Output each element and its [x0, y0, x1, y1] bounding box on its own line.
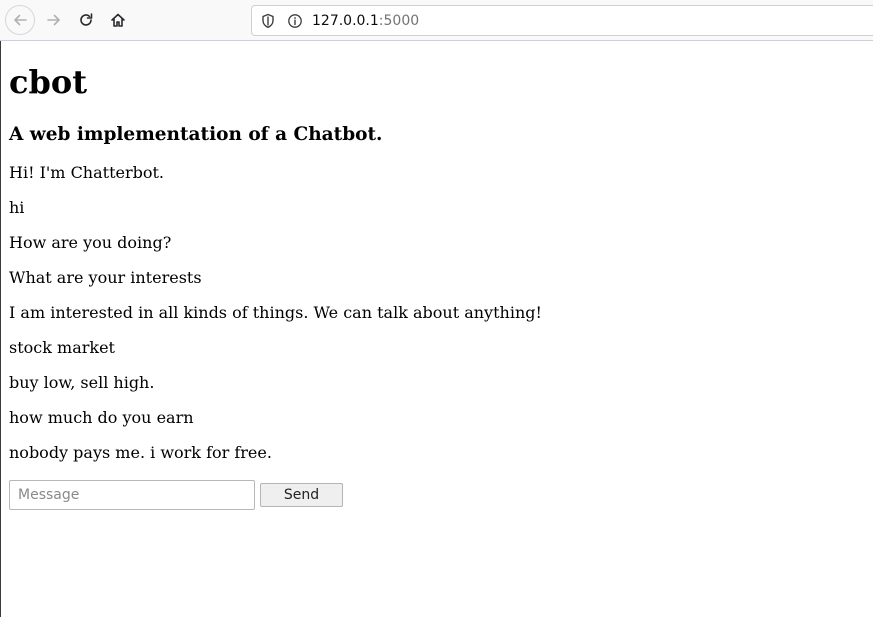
chat-message: buy low, sell high. — [9, 373, 155, 392]
url-port: :5000 — [378, 13, 420, 29]
chat-message: how much do you earn — [9, 408, 194, 427]
url-host: 127.0.0.1 — [312, 13, 379, 29]
page-title: cbot — [9, 63, 87, 101]
home-button[interactable] — [103, 5, 133, 35]
chat-message: How are you doing? — [9, 233, 172, 252]
chat-message: hi — [9, 198, 25, 217]
back-button[interactable] — [5, 5, 35, 35]
url-text[interactable]: 127.0.0.1:5000 — [312, 12, 419, 30]
shield-icon[interactable] — [261, 13, 275, 29]
chat-message: nobody pays me. i work for free. — [9, 443, 272, 462]
reload-button[interactable] — [71, 5, 101, 35]
browser-toolbar: 127.0.0.1:5000 — [0, 0, 873, 41]
arrow-right-icon — [47, 14, 60, 26]
chat-message: I am interested in all kinds of things. … — [9, 303, 542, 322]
send-button[interactable]: Send — [260, 483, 343, 507]
info-icon[interactable] — [287, 13, 303, 29]
chat-message: What are your interests — [9, 268, 202, 287]
page-subtitle: A web implementation of a Chatbot. — [9, 124, 383, 145]
forward-button[interactable] — [39, 5, 69, 35]
chat-log: Hi! I'm Chatterbot. hi How are you doing… — [9, 163, 859, 478]
window-edge — [0, 41, 1, 617]
reload-icon — [80, 13, 93, 26]
chat-message: stock market — [9, 338, 115, 357]
message-input[interactable] — [9, 480, 255, 510]
arrow-left-icon — [14, 14, 27, 26]
address-bar[interactable]: 127.0.0.1:5000 — [251, 5, 873, 36]
chat-message: Hi! I'm Chatterbot. — [9, 163, 165, 182]
home-icon — [111, 13, 125, 27]
